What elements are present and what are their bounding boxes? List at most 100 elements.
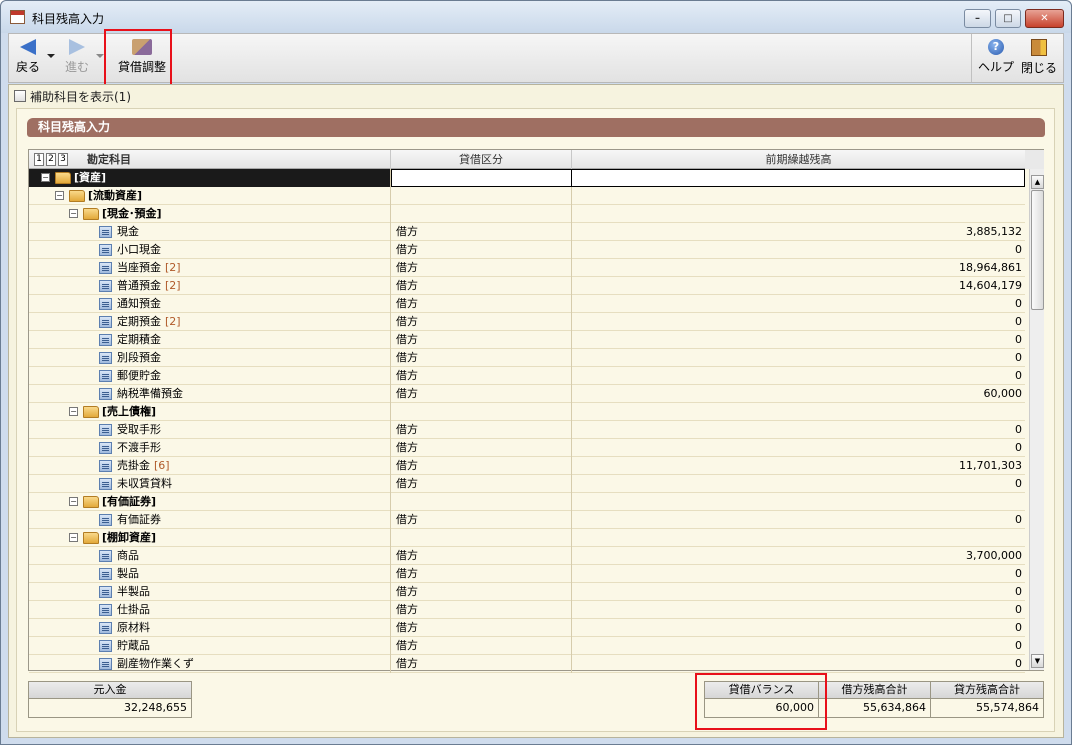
account-row[interactable]: 別段預金 借方 0: [29, 349, 1025, 367]
opening-balance-cell[interactable]: 0: [572, 349, 1025, 367]
opening-balance-cell[interactable]: [572, 205, 1025, 223]
account-row[interactable]: 郵便貯金 借方 0: [29, 367, 1025, 385]
side-cell[interactable]: 借方: [391, 421, 572, 439]
opening-balance-cell[interactable]: 0: [572, 655, 1025, 673]
side-cell[interactable]: [391, 529, 572, 547]
side-cell[interactable]: 借方: [391, 331, 572, 349]
side-cell[interactable]: 借方: [391, 637, 572, 655]
side-cell[interactable]: 借方: [391, 277, 572, 295]
show-sub-accounts-checkbox[interactable]: [14, 90, 26, 102]
account-cell[interactable]: 原材料: [29, 619, 391, 637]
account-cell[interactable]: 商品: [29, 547, 391, 565]
account-row[interactable]: 不渡手形 借方 0: [29, 439, 1025, 457]
opening-balance-cell[interactable]: 0: [572, 331, 1025, 349]
account-group-row[interactable]: − [有価証券]: [29, 493, 1025, 511]
opening-balance-cell[interactable]: 3,700,000: [572, 547, 1025, 565]
account-cell[interactable]: 副産物作業くず: [29, 655, 391, 673]
opening-balance-cell[interactable]: 14,604,179: [572, 277, 1025, 295]
collapse-toggle-icon[interactable]: −: [69, 407, 78, 416]
opening-balance-cell[interactable]: 0: [572, 367, 1025, 385]
account-row[interactable]: 当座預金 [2] 借方 18,964,861: [29, 259, 1025, 277]
opening-balance-cell[interactable]: 11,701,303: [572, 457, 1025, 475]
side-cell[interactable]: 借方: [391, 547, 572, 565]
account-group-row[interactable]: − [現金･預金]: [29, 205, 1025, 223]
account-row[interactable]: 納税準備預金 借方 60,000: [29, 385, 1025, 403]
opening-balance-cell[interactable]: 0: [572, 565, 1025, 583]
account-cell[interactable]: 未収賃貸料: [29, 475, 391, 493]
account-group-row[interactable]: − [資産]: [29, 169, 1025, 187]
opening-balance-cell[interactable]: 0: [572, 421, 1025, 439]
back-dropdown-icon[interactable]: [47, 54, 55, 58]
scroll-down-icon[interactable]: ▼: [1031, 654, 1044, 668]
account-cell[interactable]: − [棚卸資産]: [29, 529, 391, 547]
opening-balance-cell[interactable]: 0: [572, 637, 1025, 655]
account-cell[interactable]: − [現金･預金]: [29, 205, 391, 223]
account-row[interactable]: 貯蔵品 借方 0: [29, 637, 1025, 655]
account-row[interactable]: 商品 借方 3,700,000: [29, 547, 1025, 565]
account-cell[interactable]: − [資産]: [29, 169, 391, 187]
collapse-toggle-icon[interactable]: −: [69, 209, 78, 218]
account-cell[interactable]: 製品: [29, 565, 391, 583]
account-cell[interactable]: 納税準備預金: [29, 385, 391, 403]
account-group-row[interactable]: − [棚卸資産]: [29, 529, 1025, 547]
account-cell[interactable]: 半製品: [29, 583, 391, 601]
side-cell[interactable]: 借方: [391, 655, 572, 673]
side-cell[interactable]: 借方: [391, 259, 572, 277]
account-row[interactable]: 有価証券 借方 0: [29, 511, 1025, 529]
side-cell[interactable]: 借方: [391, 313, 572, 331]
side-cell[interactable]: 借方: [391, 295, 572, 313]
close-button[interactable]: 閉じる: [1019, 36, 1059, 80]
account-row[interactable]: 原材料 借方 0: [29, 619, 1025, 637]
maximize-button[interactable]: □: [995, 9, 1021, 28]
account-row[interactable]: 副産物作業くず 借方 0: [29, 655, 1025, 673]
close-window-button[interactable]: ✕: [1025, 9, 1064, 28]
account-cell[interactable]: 不渡手形: [29, 439, 391, 457]
opening-balance-cell[interactable]: 0: [572, 295, 1025, 313]
back-button[interactable]: 戻る: [11, 36, 45, 80]
account-cell[interactable]: 定期預金 [2]: [29, 313, 391, 331]
collapse-toggle-icon[interactable]: −: [69, 497, 78, 506]
side-cell[interactable]: [391, 187, 572, 205]
account-row[interactable]: 受取手形 借方 0: [29, 421, 1025, 439]
side-cell[interactable]: 借方: [391, 619, 572, 637]
account-cell[interactable]: 定期積金: [29, 331, 391, 349]
help-button[interactable]: ? ヘルプ: [977, 36, 1015, 80]
collapse-toggle-icon[interactable]: −: [55, 191, 64, 200]
column-account[interactable]: 勘定科目: [71, 150, 391, 169]
outline-level-1[interactable]: 1: [34, 153, 44, 166]
vertical-scrollbar[interactable]: ▲ ▼: [1029, 169, 1044, 670]
account-group-row[interactable]: − [売上債権]: [29, 403, 1025, 421]
opening-balance-cell[interactable]: 0: [572, 439, 1025, 457]
side-cell[interactable]: 借方: [391, 349, 572, 367]
collapse-toggle-icon[interactable]: −: [41, 173, 50, 182]
account-cell[interactable]: 当座預金 [2]: [29, 259, 391, 277]
outline-level-3[interactable]: 3: [58, 153, 68, 166]
opening-balance-cell[interactable]: 0: [572, 511, 1025, 529]
side-cell[interactable]: 借方: [391, 439, 572, 457]
account-row[interactable]: 小口現金 借方 0: [29, 241, 1025, 259]
side-cell[interactable]: 借方: [391, 583, 572, 601]
account-row[interactable]: 製品 借方 0: [29, 565, 1025, 583]
account-cell[interactable]: 郵便貯金: [29, 367, 391, 385]
account-cell[interactable]: 現金: [29, 223, 391, 241]
opening-balance-cell[interactable]: [572, 493, 1025, 511]
side-cell[interactable]: 借方: [391, 223, 572, 241]
side-cell[interactable]: 借方: [391, 457, 572, 475]
side-cell[interactable]: 借方: [391, 385, 572, 403]
opening-balance-cell[interactable]: [572, 529, 1025, 547]
account-row[interactable]: 通知預金 借方 0: [29, 295, 1025, 313]
account-cell[interactable]: 有価証券: [29, 511, 391, 529]
side-cell[interactable]: 借方: [391, 511, 572, 529]
forward-dropdown-icon[interactable]: [96, 54, 104, 58]
account-cell[interactable]: 仕掛品: [29, 601, 391, 619]
minimize-button[interactable]: –: [964, 9, 991, 28]
account-cell[interactable]: 別段預金: [29, 349, 391, 367]
side-cell[interactable]: [391, 493, 572, 511]
account-row[interactable]: 現金 借方 3,885,132: [29, 223, 1025, 241]
column-opening-balance[interactable]: 前期繰越残高: [572, 150, 1025, 169]
account-cell[interactable]: − [売上債権]: [29, 403, 391, 421]
outline-level-2[interactable]: 2: [46, 153, 56, 166]
column-side[interactable]: 貸借区分: [391, 150, 572, 169]
side-cell[interactable]: 借方: [391, 601, 572, 619]
account-row[interactable]: 普通預金 [2] 借方 14,604,179: [29, 277, 1025, 295]
